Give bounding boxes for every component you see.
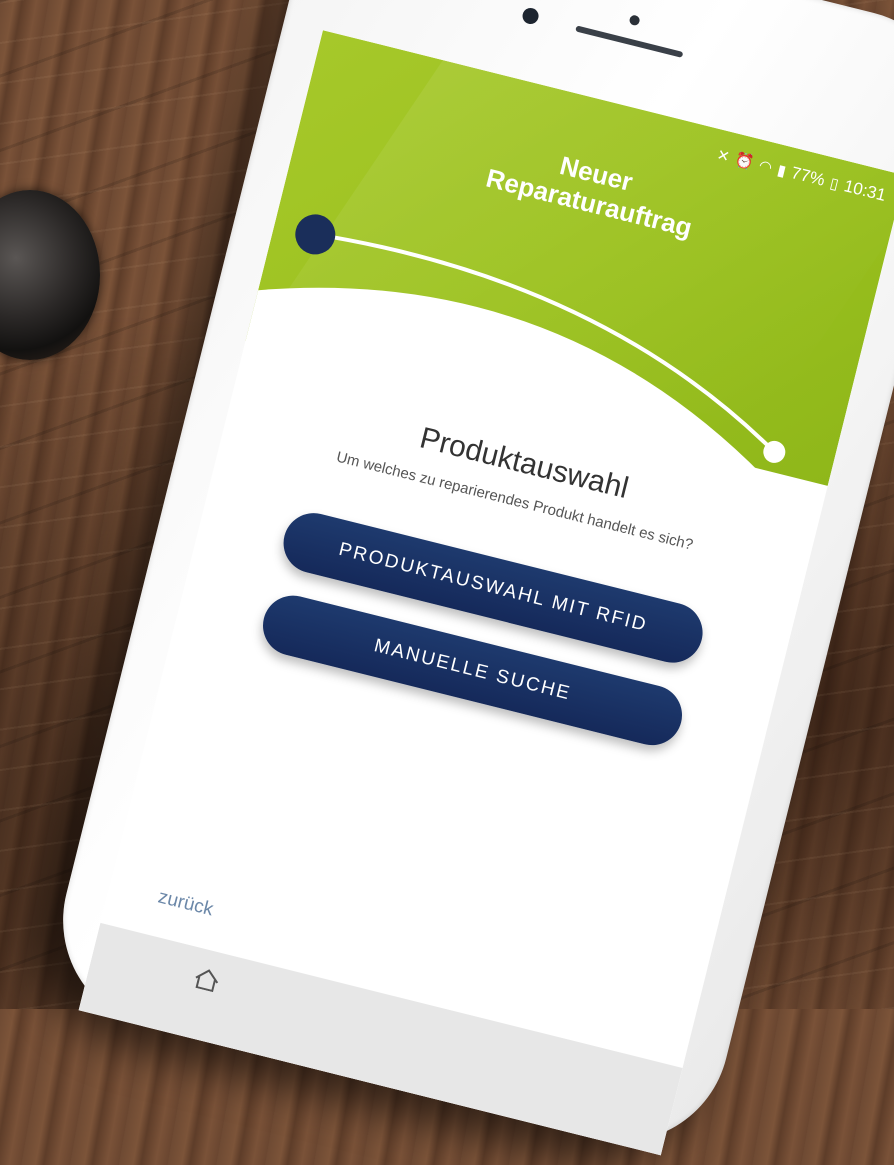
battery-icon: ▯ [828, 174, 841, 194]
mute-icon: ✕ [714, 146, 732, 167]
system-nav-bar [78, 922, 683, 1156]
alarm-icon: ⏰ [733, 150, 756, 173]
home-icon[interactable] [192, 965, 223, 993]
battery-percent: 77% [789, 163, 827, 190]
back-link[interactable]: zurück [156, 886, 215, 921]
signal-icon: ▮ [775, 161, 788, 181]
wifi-icon: ◠ [756, 156, 774, 177]
